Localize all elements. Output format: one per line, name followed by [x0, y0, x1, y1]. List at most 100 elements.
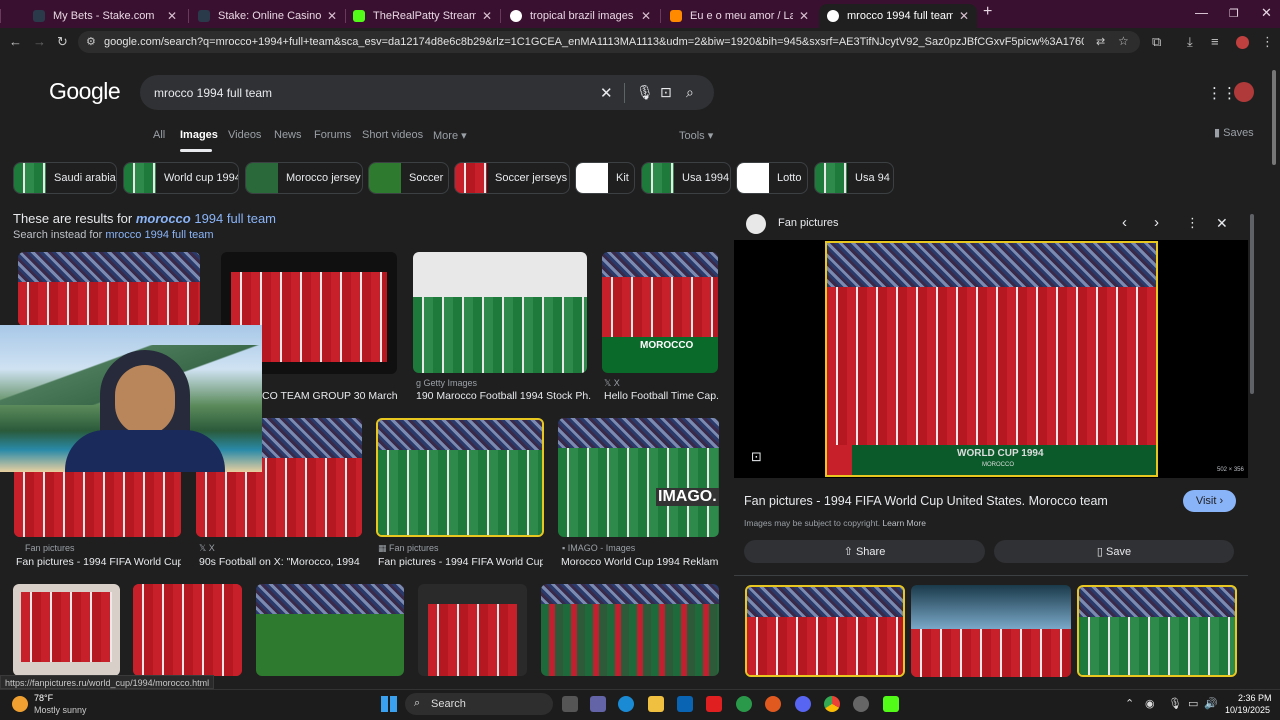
nav-news[interactable]: News	[274, 129, 302, 141]
chip-lotto[interactable]: Lotto	[736, 162, 808, 194]
nav-videos[interactable]: Videos	[228, 129, 261, 141]
panel-scrollbar[interactable]	[1250, 214, 1254, 394]
chip-usa-94[interactable]: Usa 94	[814, 162, 894, 194]
page-scrollbar[interactable]	[1272, 70, 1276, 165]
close-icon[interactable]: ✕	[641, 9, 651, 23]
search-instead-link[interactable]: mrocco 1994 full team	[105, 229, 213, 241]
related-image[interactable]	[911, 585, 1071, 677]
results-note-bold[interactable]: morocco	[136, 211, 191, 226]
nav-images[interactable]: Images	[180, 129, 218, 141]
address-bar[interactable]: ⚙ google.com/search?q=mrocco+1994+full+t…	[78, 31, 1140, 53]
close-icon[interactable]: ✕	[327, 9, 337, 23]
restore-icon[interactable]: ❐	[1229, 7, 1239, 20]
preview-image[interactable]: WORLD CUP 1994 MOROCCO	[825, 241, 1158, 477]
edge-icon[interactable]	[618, 696, 634, 712]
download-icon[interactable]: ⤓	[1187, 34, 1193, 50]
prev-icon[interactable]: ‹	[1122, 214, 1127, 231]
learn-more-link[interactable]: Learn More	[882, 518, 925, 528]
profile-avatar[interactable]	[1236, 36, 1249, 49]
weather-sun-icon[interactable]	[12, 696, 28, 712]
close-window-icon[interactable]: ✕	[1261, 5, 1272, 21]
tab-tropical-brazil[interactable]: tropical brazil images jpg file - ✕	[502, 4, 659, 28]
search-box[interactable]: mrocco 1994 full team ✕ 🎙 ⊡ ⌕	[140, 75, 714, 110]
taskbar-search[interactable]: ⌕ Search	[405, 693, 553, 715]
result-caption[interactable]: Hello Football Time Cap...	[604, 390, 719, 402]
discord-icon[interactable]	[795, 696, 811, 712]
panel-source[interactable]: Fan pictures	[778, 217, 839, 229]
bookmark-star-icon[interactable]: ☆	[1118, 34, 1129, 48]
back-icon[interactable]: ←	[9, 34, 22, 49]
close-icon[interactable]: ✕	[167, 9, 177, 23]
result-image[interactable]	[418, 584, 527, 676]
result-image[interactable]: MOROCCO	[602, 252, 718, 373]
microphone-icon[interactable]: 🎙	[636, 84, 654, 101]
chip-world-cup-1994[interactable]: World cup 1994	[123, 162, 239, 194]
reading-list-icon[interactable]: ≡	[1211, 34, 1219, 49]
extensions-icon[interactable]: ⧉	[1152, 34, 1161, 50]
chrome-icon[interactable]	[824, 696, 840, 712]
result-image[interactable]	[133, 584, 242, 676]
related-image[interactable]	[1077, 585, 1237, 677]
visit-button[interactable]: Visit ›	[1183, 490, 1236, 512]
close-panel-icon[interactable]: ✕	[1216, 215, 1228, 232]
chip-soccer[interactable]: Soccer	[368, 162, 449, 194]
tray-app-icon[interactable]: ◉	[1145, 697, 1155, 710]
translate-icon[interactable]: ⇄	[1096, 35, 1105, 48]
close-icon[interactable]: ✕	[799, 9, 809, 23]
panel-title[interactable]: Fan pictures - 1994 FIFA World Cup Unite…	[744, 494, 1108, 508]
google-logo[interactable]: Google	[49, 78, 121, 105]
result-caption[interactable]: Fan pictures - 1994 FIFA World Cup...	[16, 556, 181, 568]
chip-usa-1994[interactable]: Usa 1994	[641, 162, 731, 194]
result-image[interactable]	[413, 252, 587, 373]
tab-stake-casino[interactable]: Stake: Online Casino & Sports B ✕	[190, 4, 345, 28]
result-image[interactable]	[13, 584, 120, 676]
result-caption[interactable]: 190 Marocco Football 1994 Stock Ph...	[416, 390, 591, 402]
result-image[interactable]	[541, 584, 719, 676]
chip-kit[interactable]: Kit	[575, 162, 635, 194]
apps-grid-icon[interactable]: ⋮⋮	[1207, 84, 1237, 102]
tab-lamento[interactable]: Eu e o meu amor / Lamento do ✕	[662, 4, 817, 28]
share-button[interactable]: ⇧ Share	[744, 540, 985, 563]
site-info-icon[interactable]: ⚙	[86, 35, 96, 48]
settings-icon[interactable]	[853, 696, 869, 712]
teams-icon[interactable]	[590, 696, 606, 712]
result-caption[interactable]: Fan pictures - 1994 FIFA World Cup...	[378, 556, 543, 568]
tab-google-search[interactable]: mrocco 1994 full team - Googl ✕	[819, 4, 977, 28]
lens-icon[interactable]: ⊡	[660, 84, 672, 101]
result-image[interactable]	[18, 252, 200, 326]
nav-more[interactable]: More ▾	[433, 129, 467, 142]
clear-icon[interactable]: ✕	[600, 84, 613, 102]
forward-icon[interactable]: →	[33, 34, 46, 49]
result-image[interactable]	[376, 418, 544, 537]
chip-morocco-jersey[interactable]: Morocco jersey	[245, 162, 363, 194]
save-button[interactable]: ▯ Save	[994, 540, 1234, 563]
microphone-tray-icon[interactable]: 🎙	[1168, 697, 1182, 710]
nav-tools[interactable]: Tools ▾	[679, 129, 713, 142]
file-explorer-icon[interactable]	[648, 696, 664, 712]
result-caption[interactable]: 90s Football on X: "Morocco, 1994 ...	[199, 556, 362, 568]
clock-date[interactable]: 10/19/2025	[1225, 705, 1270, 715]
lens-search-icon[interactable]: ⊡	[751, 449, 762, 465]
saves-link[interactable]: ▮ Saves	[1214, 126, 1254, 139]
tab-kick-stream[interactable]: TheRealPatty Stream - Watch Li ✕	[345, 4, 500, 28]
result-image[interactable]: IMAGO.	[558, 418, 719, 537]
next-icon[interactable]: ›	[1154, 214, 1159, 231]
search-input[interactable]: mrocco 1994 full team	[154, 86, 272, 100]
close-icon[interactable]: ✕	[482, 9, 492, 23]
brave-icon[interactable]	[765, 696, 781, 712]
chip-saudi-arabia[interactable]: Saudi arabia	[13, 162, 117, 194]
close-icon[interactable]: ✕	[959, 9, 969, 23]
chip-soccer-jerseys[interactable]: Soccer jerseys	[454, 162, 570, 194]
clock-time[interactable]: 2:36 PM	[1238, 693, 1272, 703]
reload-icon[interactable]: ↻	[57, 34, 68, 50]
result-caption[interactable]: Morocco World Cup 1994 Reklam...	[561, 556, 719, 568]
result-image[interactable]	[256, 584, 404, 676]
nav-forums[interactable]: Forums	[314, 129, 351, 141]
results-note-rest[interactable]: 1994 full team	[191, 211, 276, 226]
youtube-icon[interactable]	[706, 696, 722, 712]
kick-app-icon[interactable]	[883, 696, 899, 712]
tab-my-bets[interactable]: My Bets - Stake.com ✕	[25, 4, 185, 28]
volume-icon[interactable]: 🔊	[1204, 697, 1218, 710]
nav-all[interactable]: All	[153, 129, 165, 141]
related-image[interactable]	[745, 585, 905, 677]
